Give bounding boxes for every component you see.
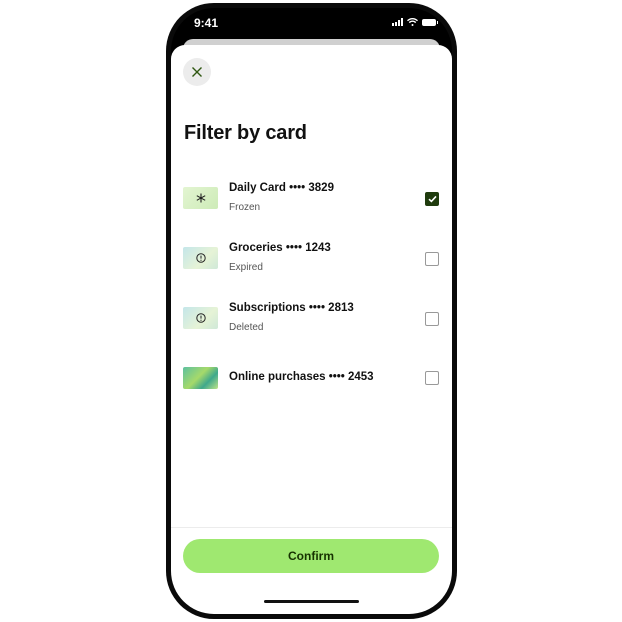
alert-circle-icon — [195, 313, 206, 323]
close-button[interactable] — [183, 58, 211, 86]
card-thumbnail — [183, 187, 218, 209]
close-icon — [192, 67, 202, 77]
card-checkbox[interactable] — [425, 192, 439, 206]
card-checkbox[interactable] — [425, 371, 439, 385]
home-indicator — [264, 600, 359, 603]
phone-screen: 9:41 Filter by card Daily Card •••• 3829… — [171, 8, 452, 614]
battery-icon — [422, 18, 438, 26]
card-row-online[interactable]: Online purchases •••• 2453 — [183, 358, 439, 398]
card-name: Online purchases •••• 2453 — [229, 371, 374, 383]
page-title: Filter by card — [184, 122, 307, 144]
card-row-groceries[interactable]: Groceries •••• 1243 Expired — [183, 238, 439, 278]
status-icons — [392, 18, 438, 26]
card-name: Groceries •••• 1243 — [229, 242, 331, 254]
footer-divider — [171, 527, 452, 528]
check-icon — [427, 195, 437, 203]
wifi-icon — [407, 18, 418, 26]
card-status: Frozen — [229, 202, 261, 213]
card-thumbnail — [183, 307, 218, 329]
card-thumbnail — [183, 247, 218, 269]
signal-icon — [392, 18, 403, 26]
snowflake-icon — [196, 193, 205, 203]
status-bar: 9:41 — [171, 8, 452, 40]
card-status: Deleted — [229, 322, 264, 333]
alert-circle-icon — [195, 253, 206, 263]
card-checkbox[interactable] — [425, 252, 439, 266]
card-name: Daily Card •••• 3829 — [229, 182, 334, 194]
card-thumbnail — [183, 367, 218, 389]
filter-sheet: Filter by card Daily Card •••• 3829 Froz… — [171, 45, 452, 614]
card-checkbox[interactable] — [425, 312, 439, 326]
card-status: Expired — [229, 262, 263, 273]
card-row-subscriptions[interactable]: Subscriptions •••• 2813 Deleted — [183, 298, 439, 338]
card-row-daily[interactable]: Daily Card •••• 3829 Frozen — [183, 178, 439, 218]
card-name: Subscriptions •••• 2813 — [229, 302, 354, 314]
confirm-button[interactable]: Confirm — [183, 539, 439, 573]
status-time: 9:41 — [194, 16, 219, 30]
